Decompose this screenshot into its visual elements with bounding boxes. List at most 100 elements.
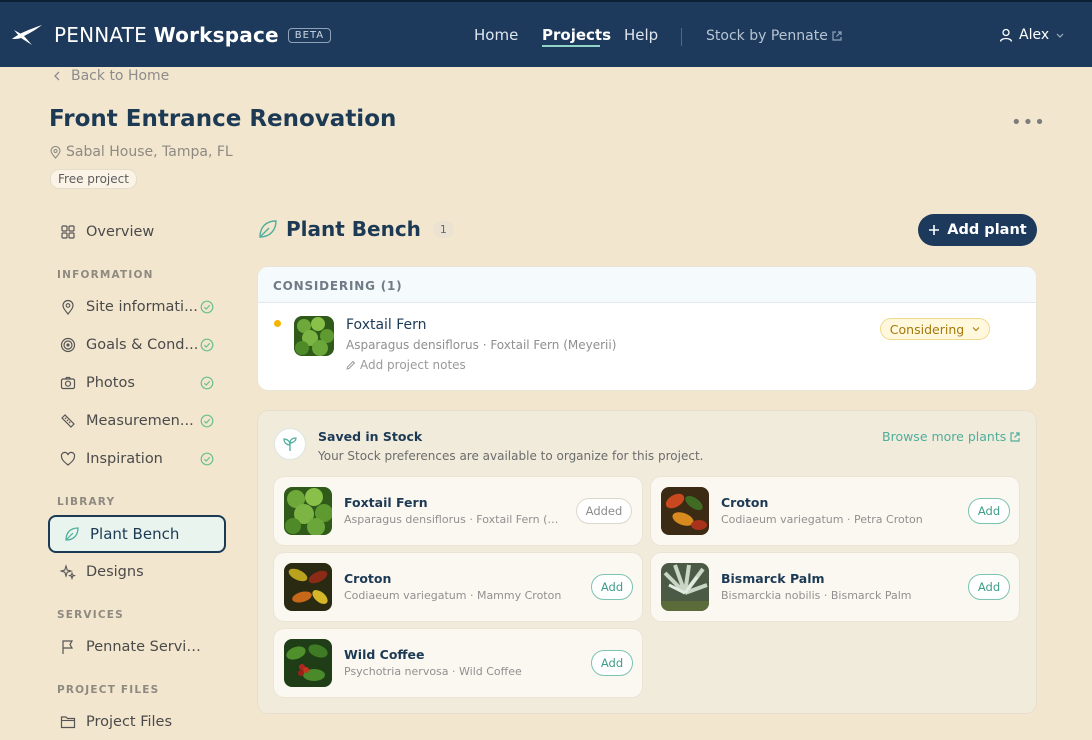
sidebar-item-overview[interactable]: Overview: [60, 220, 206, 244]
chevron-left-icon: [54, 71, 60, 81]
sidebar-item-plant-bench[interactable]: Plant Bench: [48, 515, 226, 553]
grid-icon: [61, 225, 75, 239]
beta-badge: BETA: [287, 27, 332, 43]
leaf-icon: [65, 527, 79, 541]
plant-thumbnail[interactable]: [294, 316, 334, 356]
back-to-home-link[interactable]: Back to Home: [53, 68, 169, 84]
plant-bench-heading: Plant Bench 1: [258, 217, 454, 241]
considering-header: CONSIDERING (1): [258, 267, 1036, 303]
saved-in-stock-panel: Saved in Stock Your Stock preferences ar…: [258, 411, 1036, 713]
sidebar-item-photos[interactable]: Photos: [60, 371, 214, 395]
add-button[interactable]: Add: [591, 650, 633, 676]
croton-image: [661, 487, 709, 535]
page-title: Front Entrance Renovation: [49, 106, 397, 132]
check-circle-icon: [200, 300, 214, 314]
wild-coffee-image: [284, 639, 332, 687]
stock-link-label: Stock by Pennate: [706, 28, 828, 44]
plant-bench-title: Plant Bench: [286, 217, 421, 241]
stock-plant-card[interactable]: Bismarck Palm Bismarckia nobilis · Bisma…: [651, 553, 1019, 621]
heart-icon: [60, 451, 76, 466]
plant-name: Croton: [344, 571, 392, 586]
plant-thumbnail: [284, 563, 332, 611]
plant-thumbnail: [284, 487, 332, 535]
sidebar-item-label: Photos: [86, 375, 135, 391]
stock-plant-card[interactable]: Croton Codiaeum variegatum · Petra Croto…: [651, 477, 1019, 545]
plant-thumbnail: [284, 639, 332, 687]
flag-icon: [62, 640, 74, 654]
sidebar-item-label: Overview: [86, 224, 155, 240]
stock-plant-card[interactable]: Wild Coffee Psychotria nervosa · Wild Co…: [274, 629, 642, 697]
folder-icon: [60, 716, 76, 729]
sparkles-icon: [60, 564, 76, 580]
sidebar-item-pennate-services[interactable]: Pennate Services: [60, 635, 206, 659]
nav-active-underline: [542, 45, 600, 47]
sidebar-item-project-files[interactable]: Project Files: [60, 710, 206, 734]
sidebar-section-information: INFORMATION: [57, 269, 154, 281]
pencil-icon: [346, 360, 356, 370]
sidebar-section-library: LIBRARY: [57, 496, 116, 508]
external-link-icon: [1010, 431, 1020, 442]
browse-label: Browse more plants: [882, 429, 1007, 444]
user-icon: [999, 28, 1013, 42]
ruler-icon: [61, 414, 75, 428]
sidebar-item-measurements[interactable]: Measuremen...: [60, 409, 214, 433]
foxtail-fern-image: [284, 487, 332, 535]
status-value: Considering: [889, 321, 965, 337]
sidebar-item-label: Goals & Cond...: [86, 337, 199, 353]
stock-by-pennate-link[interactable]: Stock by Pennate: [706, 28, 842, 44]
sidebar-item-label: Designs: [86, 564, 144, 580]
map-pin-icon: [50, 145, 61, 159]
add-button[interactable]: Add: [591, 574, 633, 600]
add-plant-label: Add plant: [947, 222, 1027, 238]
foxtail-fern-image: [294, 316, 334, 356]
considering-plant-scientific: Asparagus densiflorus · Foxtail Fern (Me…: [346, 338, 617, 352]
considering-plant-name[interactable]: Foxtail Fern: [346, 317, 427, 333]
brand[interactable]: PENNATE Workspace BETA: [10, 21, 332, 49]
sidebar-item-label: Plant Bench: [90, 525, 180, 543]
nav-divider: [681, 28, 682, 46]
user-menu[interactable]: Alex: [999, 27, 1065, 43]
add-button[interactable]: Add: [968, 498, 1010, 524]
browse-more-plants-link[interactable]: Browse more plants: [882, 429, 1020, 444]
sidebar-section-project-files: PROJECT FILES: [57, 684, 160, 696]
check-circle-icon: [200, 414, 214, 428]
stock-plant-card[interactable]: Croton Codiaeum variegatum · Mammy Croto…: [274, 553, 642, 621]
sidebar-item-label: Site informati...: [86, 299, 198, 315]
add-project-notes-link[interactable]: Add project notes: [346, 358, 466, 372]
plant-scientific: Asparagus densiflorus · Foxtail Fern (M.…: [344, 513, 566, 526]
nav-projects[interactable]: Projects: [542, 26, 611, 44]
pennate-bird-logo-icon: [12, 25, 42, 45]
sidebar-item-label: Pennate Services: [86, 639, 206, 655]
check-circle-icon: [200, 452, 214, 466]
add-plant-button[interactable]: Add plant: [918, 214, 1037, 246]
sidebar-item-inspiration[interactable]: Inspiration: [60, 447, 214, 471]
plant-scientific: Bismarckia nobilis · Bismarck Palm: [721, 589, 912, 602]
plant-scientific: Psychotria nervosa · Wild Coffee: [344, 665, 522, 678]
add-button[interactable]: Add: [968, 574, 1010, 600]
sidebar-item-goals-conditions[interactable]: Goals & Cond...: [60, 333, 214, 357]
sidebar-section-services: SERVICES: [57, 609, 124, 621]
leaf-icon: [259, 220, 277, 238]
location-pin-icon: [62, 299, 74, 315]
nav-home[interactable]: Home: [474, 26, 518, 44]
more-options-icon[interactable]: •••: [1011, 112, 1046, 133]
brand-name: PENNATE Workspace: [54, 23, 279, 47]
camera-icon: [60, 376, 76, 390]
status-dropdown[interactable]: Considering: [880, 318, 990, 340]
sidebar-item-label: Project Files: [86, 714, 173, 730]
check-circle-icon: [200, 338, 214, 352]
plant-name: Bismarck Palm: [721, 571, 825, 586]
location-text: Sabal House, Tampa, FL: [66, 144, 233, 160]
chevron-down-icon: [1056, 33, 1064, 38]
sidebar-item-site-information[interactable]: Site informati...: [60, 295, 214, 319]
plant-thumbnail: [661, 563, 709, 611]
stock-plant-card[interactable]: Foxtail Fern Asparagus densiflorus · Fox…: [274, 477, 642, 545]
target-icon: [60, 337, 76, 353]
sidebar-item-label: Inspiration: [86, 451, 163, 467]
project-plan-badge: Free project: [50, 169, 137, 189]
external-link-icon: [832, 31, 842, 41]
sidebar-item-designs[interactable]: Designs: [60, 560, 206, 584]
project-location: Sabal House, Tampa, FL: [50, 144, 233, 160]
added-button[interactable]: Added: [576, 498, 632, 524]
nav-help[interactable]: Help: [624, 26, 658, 44]
